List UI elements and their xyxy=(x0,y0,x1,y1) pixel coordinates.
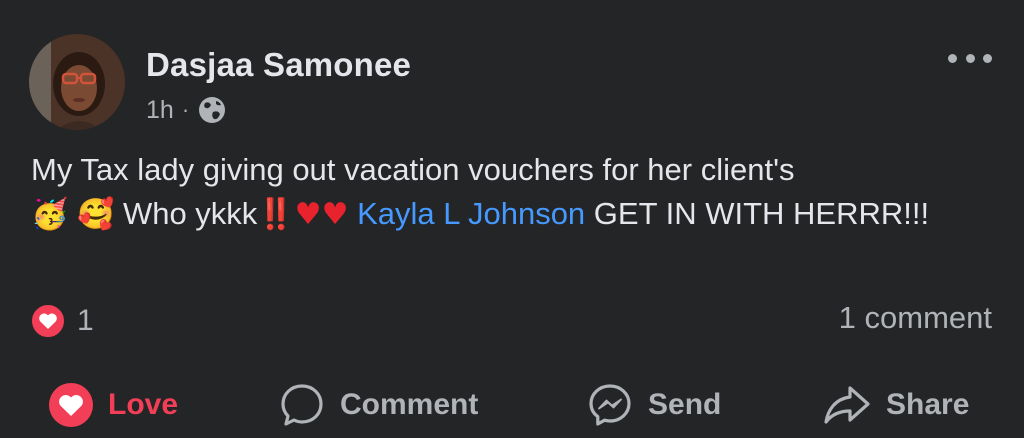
comment-button[interactable]: Comment xyxy=(278,372,478,438)
author-name[interactable]: Dasjaa Samonee xyxy=(146,46,411,84)
comment-label: Comment xyxy=(340,388,479,421)
send-label: Send xyxy=(648,388,722,421)
author-avatar[interactable] xyxy=(29,34,125,130)
globe-icon[interactable] xyxy=(197,95,227,125)
comment-count[interactable]: 1 comment xyxy=(839,300,992,336)
action-bar: Love Comment Send Share xyxy=(0,372,1024,438)
send-button[interactable]: Send xyxy=(586,372,721,438)
red-heart-emoji: ♥ xyxy=(321,197,349,232)
love-label: Love xyxy=(108,388,179,421)
mention-link[interactable]: Kayla L Johnson xyxy=(357,196,585,231)
avatar-image xyxy=(29,34,125,130)
post-meta: 1h · xyxy=(146,94,227,126)
meta-separator: · xyxy=(181,97,190,122)
red-heart-emoji: ♥ xyxy=(294,197,322,232)
party-face-emoji: 🥳 xyxy=(31,197,69,232)
love-reaction-icon xyxy=(29,302,67,340)
love-button[interactable]: Love xyxy=(48,372,178,438)
share-arrow-icon xyxy=(822,382,872,428)
post-text-segment: GET IN WITH HERRR!!! xyxy=(585,196,930,231)
post-text: My Tax lady giving out vacation vouchers… xyxy=(31,148,1001,237)
share-label: Share xyxy=(886,388,970,421)
reactions-summary[interactable]: 1 xyxy=(29,302,94,340)
post-timestamp[interactable]: 1h xyxy=(146,96,174,125)
love-icon xyxy=(48,382,94,428)
messenger-icon xyxy=(586,381,634,429)
comment-icon xyxy=(278,381,326,429)
smiling-hearts-emoji: 🥰 xyxy=(76,197,115,232)
post-text-line: My Tax lady giving out vacation vouchers… xyxy=(31,152,795,187)
post-text-segment: Who ykkk xyxy=(114,196,258,231)
share-button[interactable]: Share xyxy=(822,372,969,438)
reaction-count: 1 xyxy=(77,304,94,337)
post-card: Dasjaa Samonee 1h · My Tax lady giving o… xyxy=(0,0,1024,438)
more-options-icon[interactable] xyxy=(948,48,992,68)
double-exclamation-emoji: ‼️ xyxy=(257,197,295,232)
